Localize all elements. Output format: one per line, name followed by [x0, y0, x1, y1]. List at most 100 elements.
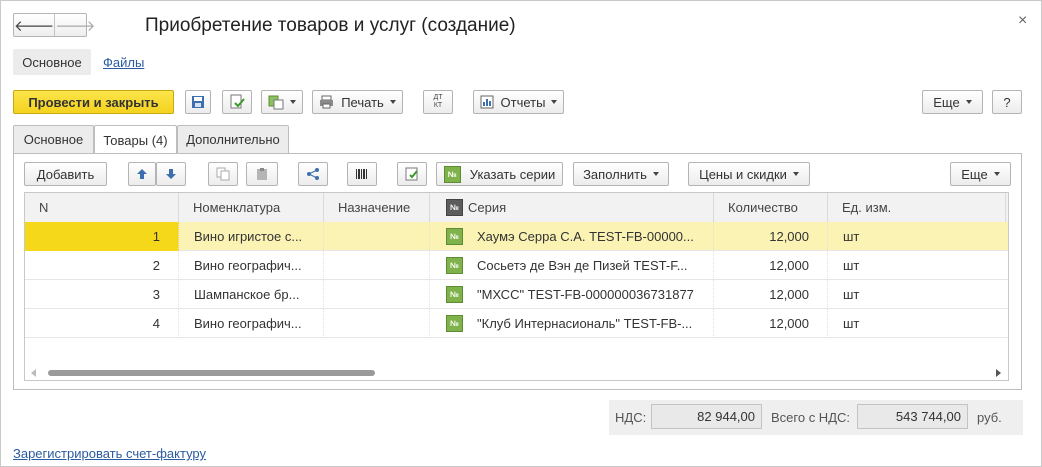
- total-with-vat-label: Всего с НДС:: [771, 410, 851, 425]
- tab-main[interactable]: Основное: [13, 125, 94, 153]
- post-and-close-button[interactable]: Провести и закрыть: [13, 90, 174, 114]
- section-files-link[interactable]: Файлы: [103, 55, 144, 70]
- specify-series-button[interactable]: № Указать серии: [436, 162, 563, 186]
- horizontal-scrollbar[interactable]: [25, 365, 1008, 380]
- table-row[interactable]: 4 Вино географич... № "Клуб Интернасиона…: [25, 309, 1008, 338]
- arrow-down-icon: [166, 169, 176, 179]
- row-unit[interactable]: шт: [828, 309, 1006, 338]
- row-quantity[interactable]: 12,000: [714, 309, 828, 338]
- add-row-button[interactable]: Добавить: [24, 162, 107, 186]
- fill-button[interactable]: Заполнить: [573, 162, 669, 186]
- scrollbar-thumb[interactable]: [48, 370, 375, 376]
- section-main[interactable]: Основное: [13, 49, 91, 75]
- row-unit[interactable]: шт: [828, 222, 1006, 251]
- tab-goods[interactable]: Товары (4): [94, 125, 177, 154]
- arrow-up-icon: [137, 169, 147, 179]
- printer-icon: [320, 95, 334, 109]
- row-purpose[interactable]: [324, 251, 430, 280]
- check-button[interactable]: [397, 162, 427, 186]
- tab-additional[interactable]: Дополнительно: [177, 125, 289, 153]
- specify-series-label: Указать серии: [469, 166, 556, 182]
- paste-icon: [257, 168, 267, 180]
- row-unit[interactable]: шт: [828, 251, 1006, 280]
- vat-label: НДС:: [615, 410, 647, 425]
- more-label: Еще: [933, 94, 960, 110]
- dt-kt-button[interactable]: ДТ КТ: [423, 90, 453, 114]
- scroll-left-icon[interactable]: [31, 369, 37, 377]
- reports-label: Отчеты: [500, 94, 546, 110]
- row-nomenclature[interactable]: Вино игристое с...: [179, 222, 324, 251]
- row-purpose[interactable]: [324, 309, 430, 338]
- print-label: Печать: [341, 94, 384, 110]
- save-button[interactable]: [185, 90, 211, 114]
- total-with-vat-field: 543 744,00: [857, 404, 968, 429]
- series-number-icon: №: [446, 286, 463, 303]
- row-series-text: "Клуб Интернасиональ" TEST-FB-...: [477, 316, 693, 331]
- row-number: 1: [25, 222, 179, 251]
- barcode-icon: [356, 169, 367, 179]
- vat-field: 82 944,00: [651, 404, 762, 429]
- row-series-text: Хаумэ Серра С.А. TEST-FB-00000...: [477, 229, 694, 244]
- row-nomenclature[interactable]: Вино географич...: [179, 309, 324, 338]
- row-series[interactable]: № "МХСС" TEST-FB-000000036731877: [430, 280, 714, 309]
- back-arrow-icon[interactable]: 🡐: [14, 14, 54, 36]
- row-quantity[interactable]: 12,000: [714, 280, 828, 309]
- table-row[interactable]: 3 Шампанское бр... № "МХСС" TEST-FB-0000…: [25, 280, 1008, 309]
- share-icon: [307, 168, 319, 180]
- row-nomenclature[interactable]: Шампанское бр...: [179, 280, 324, 309]
- table-row[interactable]: 2 Вино географич... № Сосьетэ де Вэн де …: [25, 251, 1008, 280]
- fill-label: Заполнить: [583, 166, 647, 182]
- forward-arrow-icon[interactable]: 🡒: [54, 14, 95, 36]
- goods-table: N Номенклатура Назначение № Серия Количе…: [24, 192, 1009, 381]
- column-header-unit[interactable]: Ед. изм.: [828, 193, 1006, 222]
- row-series[interactable]: № Сосьетэ де Вэн де Пизей TEST-F...: [430, 251, 714, 280]
- share-button[interactable]: [298, 162, 328, 186]
- series-header-icon: №: [446, 199, 463, 216]
- currency-label: руб.: [977, 410, 1002, 425]
- create-based-icon: [268, 95, 284, 110]
- prices-discounts-button[interactable]: Цены и скидки: [688, 162, 810, 186]
- row-series-text: Сосьетэ де Вэн де Пизей TEST-F...: [477, 258, 688, 273]
- move-up-button[interactable]: [128, 162, 156, 186]
- column-header-nomenclature[interactable]: Номенклатура: [179, 193, 324, 222]
- more-button[interactable]: Еще: [922, 90, 983, 114]
- row-number: 3: [25, 280, 179, 309]
- help-button[interactable]: ?: [992, 90, 1022, 114]
- table-row[interactable]: 1 Вино игристое с... № Хаумэ Серра С.А. …: [25, 222, 1008, 251]
- close-icon[interactable]: ×: [1018, 12, 1027, 30]
- table-more-button[interactable]: Еще: [950, 162, 1011, 186]
- series-number-icon: №: [446, 257, 463, 274]
- post-button[interactable]: [222, 90, 252, 114]
- row-series[interactable]: № Хаумэ Серра С.А. TEST-FB-00000...: [430, 222, 714, 251]
- table-more-label: Еще: [961, 166, 988, 182]
- column-header-quantity[interactable]: Количество: [714, 193, 828, 222]
- save-icon: [192, 96, 204, 108]
- row-purpose[interactable]: [324, 222, 430, 251]
- create-based-on-button[interactable]: [261, 90, 303, 114]
- row-series[interactable]: № "Клуб Интернасиональ" TEST-FB-...: [430, 309, 714, 338]
- row-nomenclature[interactable]: Вино географич...: [179, 251, 324, 280]
- row-number: 2: [25, 251, 179, 280]
- dt-kt-icon: ДТ КТ: [433, 94, 443, 109]
- row-purpose[interactable]: [324, 280, 430, 309]
- print-button[interactable]: Печать: [312, 90, 403, 114]
- barcode-button[interactable]: [347, 162, 377, 186]
- paste-button[interactable]: [246, 162, 278, 186]
- page-title: Приобретение товаров и услуг (создание): [145, 15, 516, 36]
- column-header-purpose[interactable]: Назначение: [324, 193, 430, 222]
- reports-icon: [480, 95, 494, 109]
- row-unit[interactable]: шт: [828, 280, 1006, 309]
- row-quantity[interactable]: 12,000: [714, 222, 828, 251]
- reports-button[interactable]: Отчеты: [473, 90, 564, 114]
- copy-row-button[interactable]: [208, 162, 238, 186]
- column-header-series[interactable]: № Серия: [430, 193, 714, 222]
- table-header: N Номенклатура Назначение № Серия Количе…: [25, 193, 1008, 223]
- column-header-n[interactable]: N: [25, 193, 179, 222]
- scroll-right-icon[interactable]: [996, 369, 1002, 377]
- row-quantity[interactable]: 12,000: [714, 251, 828, 280]
- nav-buttons: 🡐 🡒: [13, 13, 95, 37]
- series-number-icon: №: [446, 315, 463, 332]
- move-down-button[interactable]: [156, 162, 186, 186]
- register-invoice-link[interactable]: Зарегистрировать счет-фактуру: [13, 446, 206, 461]
- row-series-text: "МХСС" TEST-FB-000000036731877: [477, 287, 694, 302]
